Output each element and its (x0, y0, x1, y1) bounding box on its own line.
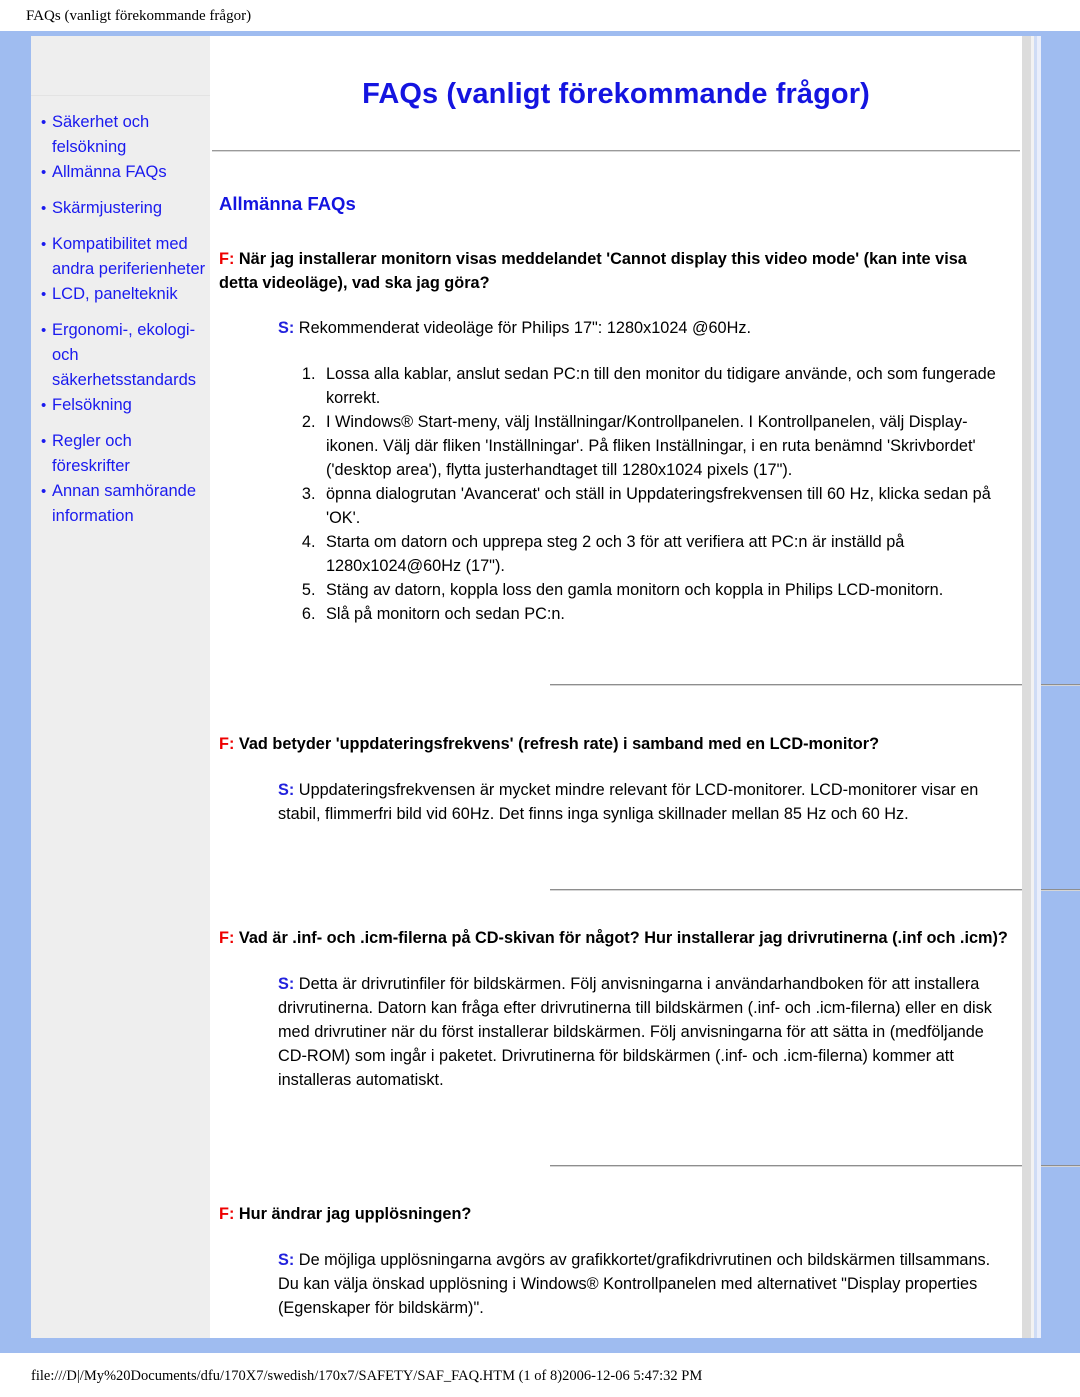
bullet-icon: • (41, 433, 47, 450)
faq-answer-text: Rekommenderat videoläge för Philips 17":… (294, 319, 752, 337)
question-marker: F: (219, 1205, 235, 1223)
sidebar-divider (31, 95, 210, 96)
faq-separator-0 (550, 684, 1080, 686)
sidebar-item-0[interactable]: • Säkerhet och felsökning (31, 110, 210, 160)
sidebar-item-4[interactable]: • LCD, panelteknik (31, 282, 210, 307)
sidebar-item-label: Felsökning (52, 396, 132, 414)
faq-question-text: När jag installerar monitorn visas medde… (219, 250, 967, 292)
faq-entry-1: F: Vad betyder 'uppdateringsfrekvens' (r… (210, 733, 1022, 826)
faq-answer: S: Rekommenderat videoläge för Philips 1… (278, 316, 1008, 340)
faq-question: F: När jag installerar monitorn visas me… (210, 248, 1022, 295)
faq-step: Starta om datorn och upprepa steg 2 och … (320, 530, 1008, 578)
faq-answer-text: Detta är drivrutinfiler för bildskärmen.… (278, 974, 992, 1089)
bullet-icon: • (41, 322, 47, 339)
sidebar-item-6[interactable]: • Felsökning (31, 393, 210, 418)
sidebar-item-label: Skärmjustering (52, 199, 163, 217)
title-divider (212, 150, 1020, 152)
faq-entry-0: F: När jag installerar monitorn visas me… (210, 248, 1022, 626)
faq-separator-2 (550, 1165, 1080, 1167)
bullet-icon: • (41, 397, 47, 414)
answer-marker: S: (278, 974, 295, 993)
faq-question-text: Hur ändrar jag upplösningen? (234, 1205, 472, 1223)
faq-entry-2: F: Vad är .inf- och .icm-filerna på CD-s… (210, 927, 1022, 1092)
faq-step-list: Lossa alla kablar, anslut sedan PC:n til… (210, 362, 1008, 626)
sidebar-item-label: Ergonomi-, ekologi- och säkerhetsstandar… (52, 321, 196, 389)
faq-question: F: Vad betyder 'uppdateringsfrekvens' (r… (210, 733, 1022, 757)
content-pane: FAQs (vanligt förekommande frågor) Allmä… (210, 36, 1080, 1338)
page-title: FAQs (vanligt förekommande frågor) (362, 78, 870, 110)
bullet-icon: • (41, 236, 47, 253)
faq-answer: S: De möjliga upplösningarna avgörs av g… (278, 1248, 1008, 1320)
faq-step: I Windows® Start-meny, välj Inställninga… (320, 410, 1008, 482)
faq-separator-1 (550, 889, 1080, 891)
sidebar-item-7[interactable]: • Regler och föreskrifter (31, 429, 210, 479)
faq-answer-text: Uppdateringsfrekvensen är mycket mindre … (278, 780, 979, 823)
print-header: FAQs (vanligt förekommande frågor) (26, 8, 252, 24)
sidebar-item-3[interactable]: • Kompatibilitet med andra periferienhete… (31, 232, 210, 282)
faq-question-text: Vad är .inf- och .icm-filerna på CD-skiv… (234, 929, 1008, 947)
faq-answer: S: Detta är drivrutinfiler för bildskärm… (278, 972, 1008, 1092)
sidebar-item-label: Kompatibilitet med andra periferienheter (52, 235, 206, 278)
faq-step: öpnna dialogrutan 'Avancerat' och ställ … (320, 482, 1008, 530)
faq-answer-text: De möjliga upplösningarna avgörs av graf… (278, 1250, 991, 1317)
faq-step: Lossa alla kablar, anslut sedan PC:n til… (320, 362, 1008, 410)
sidebar-item-2[interactable]: • Skärmjustering (31, 196, 210, 221)
sidebar-nav: • Säkerhet och felsökning • Allmänna FAQs • S… (31, 110, 210, 529)
faq-question-text: Vad betyder 'uppdateringsfrekvens' (refr… (234, 735, 880, 753)
question-marker: F: (219, 250, 235, 268)
sidebar-item-1[interactable]: • Allmänna FAQs (31, 160, 210, 185)
answer-marker: S: (278, 780, 295, 799)
faq-question: F: Hur ändrar jag upplösningen? (210, 1203, 1022, 1227)
faq-question: F: Vad är .inf- och .icm-filerna på CD-s… (210, 927, 1022, 951)
faq-step: Slå på monitorn och sedan PC:n. (320, 602, 1008, 626)
sidebar-item-5[interactable]: • Ergonomi-, ekologi- och säkerhetsstanda… (31, 318, 210, 393)
bullet-icon: • (41, 200, 47, 217)
sidebar-item-label: Annan samhörande information (52, 482, 197, 525)
bullet-icon: • (41, 164, 47, 181)
bullet-icon: • (41, 114, 47, 131)
scrollbar[interactable] (1022, 36, 1041, 1338)
section-title: Allmänna FAQs (219, 193, 356, 214)
sidebar-item-label: LCD, panelteknik (52, 285, 178, 303)
faq-entry-3: F: Hur ändrar jag upplösningen? S: De möj… (210, 1203, 1022, 1320)
answer-marker: S: (278, 319, 295, 337)
question-marker: F: (219, 929, 235, 947)
sidebar-item-8[interactable]: • Annan samhörande information (31, 479, 210, 529)
answer-marker: S: (278, 1250, 295, 1269)
faq-step: Stäng av datorn, koppla loss den gamla m… (320, 578, 1008, 602)
sidebar-item-label: Regler och föreskrifter (52, 432, 132, 475)
sidebar-item-label: Allmänna FAQs (52, 163, 167, 181)
bullet-icon: • (41, 483, 47, 500)
print-footer: file:///D|/My%20Documents/dfu/170X7/swed… (31, 1368, 703, 1384)
bullet-icon: • (41, 286, 47, 303)
sidebar-item-label: Säkerhet och felsökning (52, 113, 150, 156)
faq-answer: S: Uppdateringsfrekvensen är mycket mind… (278, 778, 1008, 826)
question-marker: F: (219, 735, 235, 753)
sidebar: • Säkerhet och felsökning • Allmänna FAQs • S… (31, 36, 210, 1338)
